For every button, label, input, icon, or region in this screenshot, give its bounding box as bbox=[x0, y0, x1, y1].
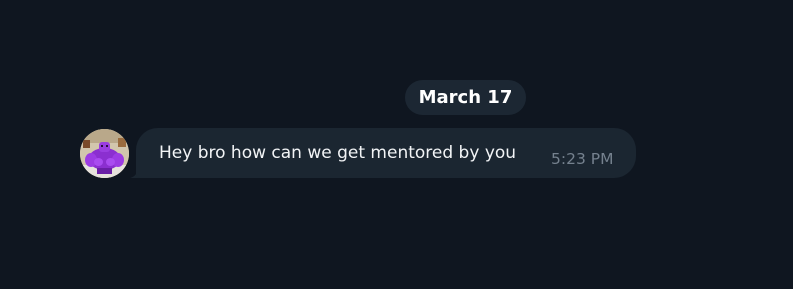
chat-history[interactable]: March 17 Hey bro how can we get mentored… bbox=[0, 0, 793, 289]
message-text: Hey bro how can we get mentored by you bbox=[159, 143, 517, 163]
purple-muscle-avatar-icon bbox=[80, 129, 129, 178]
sender-avatar[interactable] bbox=[80, 129, 129, 178]
date-separator: March 17 bbox=[405, 80, 526, 115]
date-separator-label: March 17 bbox=[418, 87, 513, 108]
message-timestamp: 5:23 PM bbox=[551, 150, 614, 168]
message-bubble[interactable]: Hey bro how can we get mentored by you 5… bbox=[136, 128, 636, 178]
